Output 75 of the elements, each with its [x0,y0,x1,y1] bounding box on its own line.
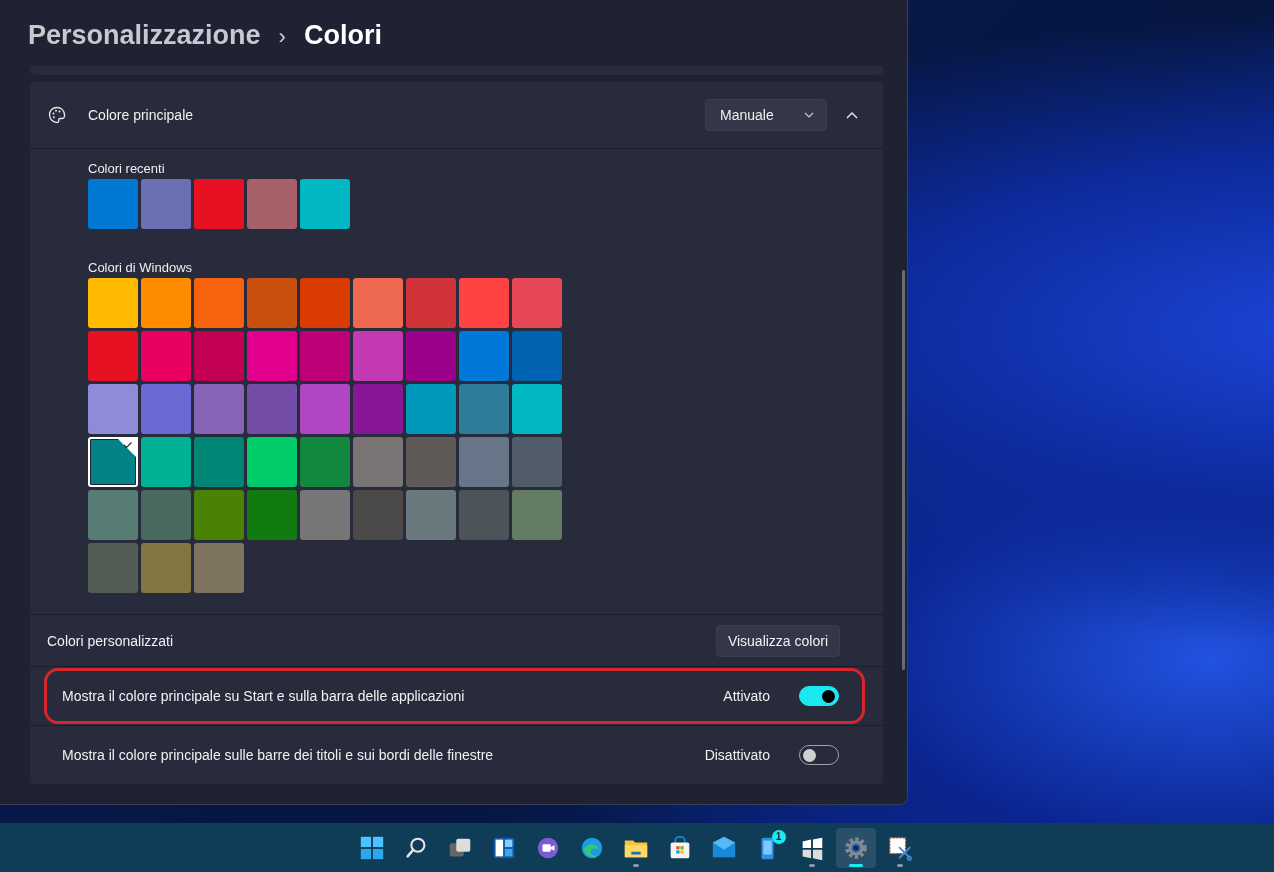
color-swatch[interactable] [141,543,191,593]
toggle-status: Attivato [723,688,770,704]
chevron-up-icon [846,111,858,119]
setting-label: Colore principale [88,107,194,123]
color-swatch[interactable] [194,331,244,381]
color-swatch[interactable] [247,384,297,434]
scrollbar-thumb[interactable] [902,270,905,670]
mode-dropdown[interactable]: Manuale [705,99,827,131]
color-swatch[interactable] [300,437,350,487]
page-title: Colori [303,20,382,51]
color-swatch[interactable] [353,278,403,328]
color-swatch[interactable] [459,490,509,540]
color-swatch[interactable] [141,278,191,328]
color-swatch[interactable] [247,179,297,229]
color-swatch[interactable] [459,331,509,381]
color-swatch[interactable] [512,278,562,328]
setting-label: Mostra il colore principale sulle barre dei titoli e sui bordi delle finestre [62,747,494,763]
view-colors-button[interactable]: Visualizza colori [715,624,840,657]
color-swatch[interactable] [194,179,244,229]
taskbar-button[interactable]: 1 [747,827,788,868]
taskbar-button[interactable] [835,827,876,868]
color-swatch[interactable] [194,278,244,328]
color-swatch[interactable] [300,490,350,540]
color-swatch[interactable] [247,278,297,328]
color-swatch[interactable] [141,179,191,229]
color-swatch[interactable] [141,384,191,434]
color-swatch[interactable] [194,490,244,540]
palette-icon [47,105,67,125]
color-swatch[interactable] [353,331,403,381]
breadcrumb-link[interactable]: Personalizzazione [28,20,261,51]
toggle-switch[interactable] [799,686,839,706]
color-swatch[interactable] [141,490,191,540]
color-swatch[interactable] [459,437,509,487]
color-swatch[interactable] [459,384,509,434]
color-swatch[interactable] [353,490,403,540]
section-label: Colori recenti [88,161,166,176]
color-swatch[interactable] [88,490,138,540]
setting-label: Mostra il colore principale su Start e sulla barra delle applicazioni [62,688,465,704]
color-swatch[interactable] [141,437,191,487]
color-swatch[interactable] [353,384,403,434]
color-swatch[interactable] [512,490,562,540]
color-swatch[interactable] [300,179,350,229]
color-swatch[interactable] [247,331,297,381]
color-swatch[interactable] [300,278,350,328]
color-swatch[interactable] [88,543,138,593]
color-swatch[interactable] [406,490,456,540]
color-swatch[interactable] [406,331,456,381]
chevron-down-icon [804,112,814,118]
breadcrumb-separator: › [278,24,286,50]
color-swatch[interactable] [406,278,456,328]
checkmark-icon [116,437,138,459]
color-swatch[interactable] [194,437,244,487]
color-swatch[interactable] [247,490,297,540]
color-swatch[interactable] [247,437,297,487]
color-swatch[interactable] [406,437,456,487]
color-swatch[interactable] [459,278,509,328]
color-swatch[interactable] [300,331,350,381]
setting-label: Colori personalizzati [47,632,174,649]
section-label: Colori di Windows [88,260,194,275]
color-swatch[interactable] [353,437,403,487]
notification-badge: 1 [771,829,786,844]
color-swatch[interactable] [88,437,138,487]
color-swatch[interactable] [300,384,350,434]
color-swatch[interactable] [88,331,138,381]
color-swatch[interactable] [141,331,191,381]
color-swatch[interactable] [194,384,244,434]
color-swatch[interactable] [512,331,562,381]
color-swatch[interactable] [406,384,456,434]
color-swatch[interactable] [512,384,562,434]
color-swatch[interactable] [512,437,562,487]
toggle-status: Disattivato [704,747,770,763]
color-swatch[interactable] [194,543,244,593]
color-swatch[interactable] [88,384,138,434]
color-swatch[interactable] [88,278,138,328]
color-swatch[interactable] [88,179,138,229]
